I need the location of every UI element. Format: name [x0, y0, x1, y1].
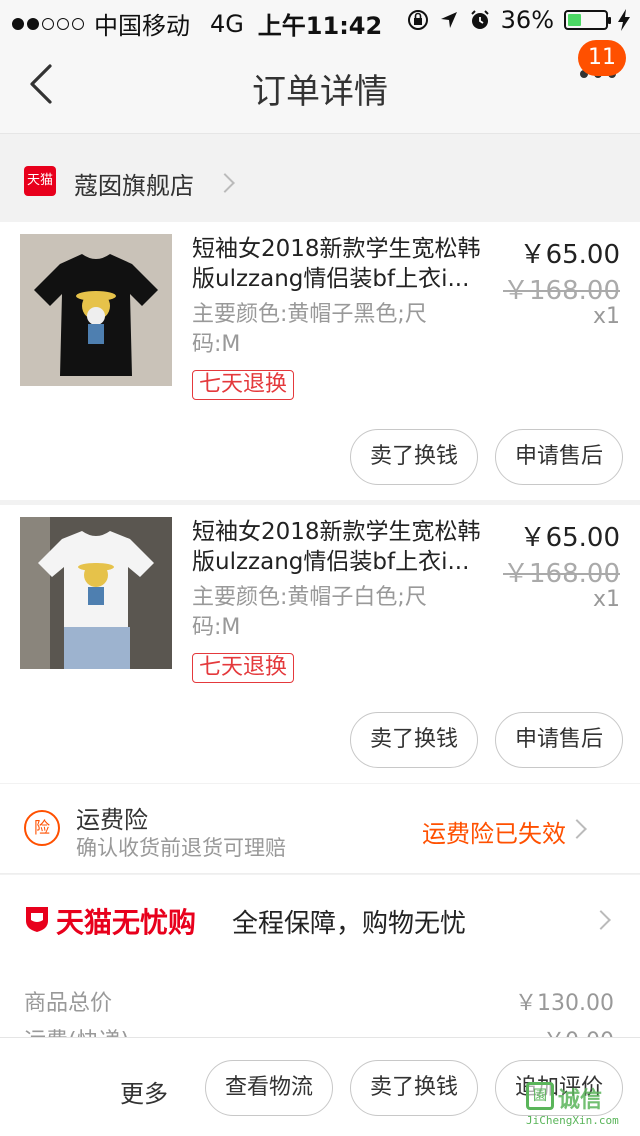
sell-button[interactable]: 卖了换钱 [350, 429, 478, 485]
site-watermark: 園 诚信 JiChengXin.com [526, 1082, 634, 1130]
product-title[interactable]: 短袖女2018新款学生宽松韩版ulzzang情侣装bf上衣i... [192, 234, 492, 294]
price-summary: 商品总价 ￥130.00 运费(快递) ￥0.00 [0, 965, 640, 1037]
tmall-logo-icon: 天猫 [24, 166, 56, 196]
chevron-right-icon [567, 819, 587, 839]
product-original-price: ￥168.00 [503, 559, 620, 589]
charging-icon [618, 9, 630, 31]
product-quantity: x1 [592, 587, 620, 612]
total-price-label: 商品总价 [24, 991, 113, 1016]
shield-icon [26, 907, 48, 932]
view-logistics-button[interactable]: 查看物流 [205, 1060, 333, 1116]
watermark-url: JiChengXin.com [526, 1114, 619, 1127]
shipping-insurance-row[interactable]: 险 运费险 确认收货前退货可理赔 运费险已失效 [0, 784, 640, 874]
product-attributes: 主要颜色:黄帽子白色;尺码:M [192, 585, 427, 640]
after-sale-button[interactable]: 申请售后 [495, 712, 623, 768]
shipping-fee-value: ￥0.00 [543, 1023, 614, 1037]
product-price: ￥65.00 [519, 523, 620, 553]
product-title[interactable]: 短袖女2018新款学生宽松韩版ulzzang情侣装bf上衣i... [192, 517, 492, 577]
notification-badge: 11 [578, 40, 626, 76]
status-bar: 中国移动 4G 上午11:42 36% [0, 0, 640, 40]
watermark-logo-icon: 園 [526, 1082, 554, 1110]
product-price: ￥65.00 [519, 240, 620, 270]
battery-icon [564, 10, 611, 30]
product-attributes: 主要颜色:黄帽子黑色;尺码:M [192, 302, 427, 357]
more-button[interactable]: 更多 [120, 1074, 168, 1109]
navigation-bar: 订单详情 11 [0, 40, 640, 134]
status-right: 36% [407, 6, 630, 34]
sell-button[interactable]: 卖了换钱 [350, 1060, 478, 1116]
battery-percent: 36% [500, 6, 554, 34]
after-sale-button[interactable]: 申请售后 [495, 429, 623, 485]
shop-name: 蔻囡旗舰店 [74, 172, 194, 200]
seven-day-return-tag: 七天退换 [192, 370, 295, 400]
total-price-value: ￥130.00 [515, 991, 614, 1016]
seven-day-return-tag: 七天退换 [192, 653, 295, 683]
guarantee-brand: 天猫无忧购 [56, 906, 197, 939]
chevron-right-icon [215, 173, 235, 193]
product-thumbnail[interactable] [20, 517, 172, 669]
product-original-price: ￥168.00 [503, 276, 620, 306]
insurance-subtitle: 确认收货前退货可理赔 [76, 836, 286, 860]
insurance-icon: 险 [24, 810, 60, 846]
product-quantity: x1 [592, 304, 620, 329]
guarantee-row[interactable]: 天猫无忧购 全程保障，购物无忧 [0, 875, 640, 965]
order-item-card[interactable]: 短袖女2018新款学生宽松韩版ulzzang情侣装bf上衣i... 主要颜色:黄… [0, 505, 640, 783]
watermark-text: 诚信 [558, 1088, 603, 1113]
insurance-title: 运费险 [76, 806, 148, 834]
chevron-right-icon [591, 910, 611, 930]
sell-button[interactable]: 卖了换钱 [350, 712, 478, 768]
guarantee-text: 全程保障，购物无忧 [232, 909, 467, 939]
product-thumbnail[interactable] [20, 234, 172, 386]
rotation-lock-icon [407, 10, 428, 30]
page-title: 订单详情 [252, 72, 388, 112]
location-icon [440, 12, 457, 28]
order-item-card[interactable]: 短袖女2018新款学生宽松韩版ulzzang情侣装bf上衣i... 主要颜色:黄… [0, 222, 640, 500]
insurance-status: 运费险已失效 [422, 820, 566, 848]
shop-row[interactable]: 天猫 蔻囡旗舰店 [0, 144, 640, 222]
alarm-icon [470, 10, 489, 29]
shipping-fee-label: 运费(快递) [24, 1023, 129, 1037]
